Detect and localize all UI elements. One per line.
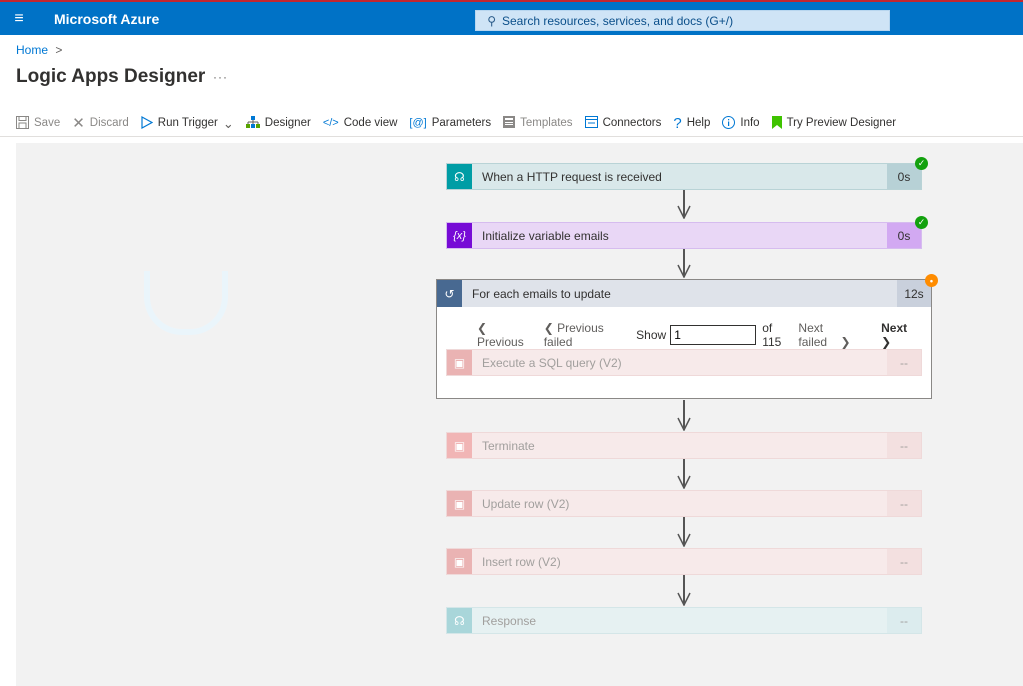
iteration-input[interactable] [670, 325, 757, 345]
previous-failed-button[interactable]: ❮ Previous failed [544, 321, 626, 349]
discard-label: Discard [89, 117, 129, 129]
brand-name[interactable]: Microsoft Azure [54, 11, 159, 27]
info-button[interactable]: Info [722, 115, 760, 131]
run-trigger-button[interactable]: Run Trigger ⌄ [141, 115, 234, 131]
parameters-button[interactable]: [@] Parameters [409, 117, 491, 130]
parameters-icon: [@] [409, 116, 427, 129]
code-view-button[interactable]: </> Code view [323, 117, 398, 130]
search-box[interactable]: ⚲ Search resources, services, and docs (… [475, 10, 890, 31]
step-label: Update row (V2) [482, 496, 570, 511]
step-duration: -- [887, 433, 921, 458]
help-label: Help [686, 117, 711, 129]
connectors-icon [584, 116, 598, 130]
designer-toolbar: Save ✕ Discard Run Trigger ⌄ Designer </… [16, 114, 908, 132]
step-label: Terminate [482, 438, 535, 453]
code-view-label: Code view [343, 117, 398, 129]
play-icon [141, 115, 154, 131]
azure-top-bar: ≡ Microsoft Azure ⚲ Search resources, se… [0, 0, 1023, 35]
step-duration: -- [887, 491, 921, 516]
for-each-container[interactable]: ↺ For each emails to update 12s ❮ Previo… [436, 279, 932, 399]
help-button[interactable]: ? Help [673, 114, 711, 132]
templates-label: Templates [520, 117, 573, 129]
connector-arrow [677, 249, 691, 279]
next-label: Next [881, 321, 908, 335]
search-icon: ⚲ [487, 13, 496, 28]
try-preview-label: Try Preview Designer [786, 117, 897, 129]
step-initialize-variable[interactable]: {x} Initialize variable emails 0s [446, 222, 922, 249]
connector-arrow [677, 400, 691, 432]
breadcrumb: Home > [16, 43, 62, 57]
sql-icon: ▣ [447, 350, 472, 375]
step-http-request[interactable]: ☊ When a HTTP request is received 0s [446, 163, 922, 190]
step-terminate[interactable]: ▣ Terminate -- [446, 432, 922, 459]
iteration-pager: ❮ Previous ❮ Previous failed Show of 115… [477, 321, 931, 349]
success-check-icon: ✓ [915, 157, 928, 170]
code-icon: </> [322, 116, 339, 129]
info-label: Info [740, 117, 760, 129]
http-request-icon: ☊ [447, 164, 472, 189]
step-response[interactable]: ☊ Response -- [446, 607, 922, 634]
step-insert-row[interactable]: ▣ Insert row (V2) -- [446, 548, 922, 575]
menu-icon[interactable]: ≡ [0, 10, 38, 28]
for-each-label: For each emails to update [472, 286, 611, 301]
parameters-label: Parameters [431, 117, 492, 129]
designer-label: Designer [264, 117, 311, 129]
show-label: Show [636, 328, 667, 342]
connectors-button[interactable]: Connectors [584, 116, 662, 130]
step-label: Insert row (V2) [482, 554, 561, 569]
page-title: Logic Apps Designer [16, 66, 206, 87]
info-icon [722, 115, 736, 131]
help-icon: ? [673, 114, 682, 132]
templates-button[interactable]: Templates [503, 116, 573, 130]
terminate-icon: ▣ [447, 433, 472, 458]
for-each-header[interactable]: ↺ For each emails to update 12s [437, 280, 931, 307]
response-icon: ☊ [447, 608, 472, 633]
try-preview-designer-button[interactable]: Try Preview Designer [771, 115, 897, 131]
running-status-icon: • [925, 274, 938, 287]
loop-icon: ↺ [437, 280, 462, 307]
next-failed-button[interactable]: Next failed ❯ [798, 321, 863, 349]
success-check-icon: ✓ [915, 216, 928, 229]
next-button[interactable]: Next ❯ [881, 321, 921, 349]
previous-label: Previous [477, 335, 524, 349]
breadcrumb-separator: > [55, 43, 63, 57]
step-execute-sql[interactable]: ▣ Execute a SQL query (V2) -- [446, 349, 922, 376]
designer-button[interactable]: Designer [245, 115, 311, 131]
search-placeholder: Search resources, services, and docs (G+… [502, 13, 734, 28]
discard-button[interactable]: ✕ Discard [72, 114, 129, 132]
step-label: Execute a SQL query (V2) [482, 355, 622, 370]
variable-icon: {x} [447, 223, 472, 248]
more-options-icon[interactable]: ··· [213, 70, 228, 84]
breadcrumb-home[interactable]: Home [16, 43, 48, 57]
iteration-total: of 115 [762, 321, 782, 349]
step-duration: -- [887, 608, 921, 633]
step-duration: -- [887, 350, 921, 375]
designer-icon [245, 115, 260, 131]
step-update-row[interactable]: ▣ Update row (V2) -- [446, 490, 922, 517]
bookmark-icon [771, 115, 782, 131]
previous-failed-label: Previous failed [543, 321, 604, 349]
step-duration: -- [887, 549, 921, 574]
save-label: Save [34, 117, 61, 129]
next-failed-label: Next failed [798, 321, 828, 349]
connector-arrow [677, 190, 691, 220]
connectors-label: Connectors [602, 117, 662, 129]
step-label: Initialize variable emails [482, 228, 609, 243]
close-icon: ✕ [72, 114, 85, 132]
connector-arrow [677, 459, 691, 490]
loading-ring [144, 271, 228, 335]
save-icon [16, 115, 29, 131]
toolbar-divider [0, 136, 1023, 137]
chevron-down-icon[interactable]: ⌄ [223, 117, 234, 130]
sql-icon: ▣ [447, 549, 472, 574]
previous-button[interactable]: ❮ Previous [477, 321, 534, 349]
save-button[interactable]: Save [16, 115, 61, 131]
sql-icon: ▣ [447, 491, 472, 516]
step-label: Response [482, 613, 537, 628]
step-label: When a HTTP request is received [482, 169, 662, 184]
templates-icon [503, 116, 516, 130]
connector-arrow [677, 575, 691, 607]
connector-arrow [677, 517, 691, 548]
run-trigger-label: Run Trigger [157, 117, 218, 129]
